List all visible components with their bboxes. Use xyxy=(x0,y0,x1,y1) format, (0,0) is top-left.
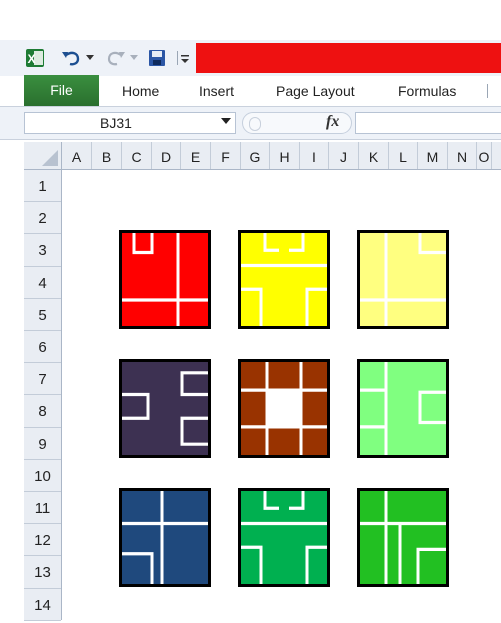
tab-file[interactable]: File xyxy=(24,75,99,106)
redo-icon[interactable] xyxy=(104,47,128,69)
row-header-1[interactable]: 1 xyxy=(24,170,61,203)
row-header-7[interactable]: 7 xyxy=(24,363,61,396)
formula-input[interactable] xyxy=(355,112,501,134)
title-bar xyxy=(196,43,501,73)
column-header-m[interactable]: M xyxy=(418,142,448,169)
tab-insert[interactable]: Insert xyxy=(199,76,234,106)
row-header-12[interactable]: 12 xyxy=(24,524,61,557)
svg-text:X: X xyxy=(28,52,36,66)
tab-home[interactable]: Home xyxy=(122,76,159,106)
blank-top-area xyxy=(0,0,501,40)
tile-pattern xyxy=(241,233,327,326)
column-header-k[interactable]: K xyxy=(359,142,389,169)
color-tile-4[interactable] xyxy=(119,359,211,458)
name-box-value: BJ31 xyxy=(100,115,132,131)
select-all-triangle-icon xyxy=(42,150,58,166)
row-header-4[interactable]: 4 xyxy=(24,267,61,299)
column-header-a[interactable]: A xyxy=(62,142,92,169)
color-tile-5[interactable] xyxy=(238,359,330,458)
column-header-d[interactable]: D xyxy=(152,142,181,169)
row-header-6[interactable]: 6 xyxy=(24,331,61,364)
column-header-l[interactable]: L xyxy=(389,142,418,169)
row-headers: 1 2 3 4 5 6 7 8 9 10 11 12 13 14 xyxy=(24,170,62,621)
tile-pattern xyxy=(241,362,327,455)
splitter-handle-icon[interactable] xyxy=(249,117,261,131)
color-tile-9[interactable] xyxy=(357,488,449,587)
column-header-n[interactable]: N xyxy=(448,142,477,169)
customize-qat-icon[interactable] xyxy=(174,47,194,69)
color-tile-2[interactable] xyxy=(238,230,330,329)
redo-dropdown-icon[interactable] xyxy=(128,47,140,69)
ribbon-divider xyxy=(487,84,488,98)
column-header-g[interactable]: G xyxy=(241,142,270,169)
chevron-down-icon[interactable] xyxy=(221,118,231,124)
select-all-button[interactable] xyxy=(24,142,62,170)
row-header-8[interactable]: 8 xyxy=(24,395,61,428)
tile-pattern xyxy=(122,371,208,446)
tab-formulas[interactable]: Formulas xyxy=(398,76,456,106)
color-tile-8[interactable] xyxy=(238,488,330,587)
tile-pattern xyxy=(122,491,208,584)
row-header-3[interactable]: 3 xyxy=(24,234,61,267)
column-header-j[interactable]: J xyxy=(329,142,359,169)
color-tile-7[interactable] xyxy=(119,488,211,587)
tab-page-layout[interactable]: Page Layout xyxy=(276,76,355,106)
tile-pattern xyxy=(360,491,446,584)
save-icon[interactable] xyxy=(146,47,168,69)
column-header-e[interactable]: E xyxy=(181,142,211,169)
tile-pattern xyxy=(241,491,327,584)
column-header-b[interactable]: B xyxy=(92,142,122,169)
row-header-14[interactable]: 14 xyxy=(24,589,61,621)
undo-dropdown-icon[interactable] xyxy=(84,47,96,69)
row-header-9[interactable]: 9 xyxy=(24,428,61,460)
column-header-i[interactable]: I xyxy=(300,142,329,169)
row-header-5[interactable]: 5 xyxy=(24,299,61,331)
column-headers: ABCDEFGHIJKLMNO xyxy=(62,142,501,170)
column-header-h[interactable]: H xyxy=(270,142,300,169)
name-box[interactable]: BJ31 xyxy=(24,112,236,134)
column-header-o[interactable]: O xyxy=(477,142,492,169)
tile-pattern xyxy=(360,233,446,326)
insert-function-button[interactable]: fx xyxy=(326,113,339,131)
excel-logo-icon[interactable]: X xyxy=(24,47,46,69)
color-tile-1[interactable] xyxy=(119,230,211,329)
row-header-10[interactable]: 10 xyxy=(24,460,61,492)
color-tile-6[interactable] xyxy=(357,359,449,458)
undo-icon[interactable] xyxy=(58,47,84,69)
tile-pattern xyxy=(122,233,208,326)
row-header-11[interactable]: 11 xyxy=(24,492,61,525)
tile-pattern xyxy=(360,362,446,455)
row-header-2[interactable]: 2 xyxy=(24,202,61,235)
color-tile-3[interactable] xyxy=(357,230,449,329)
column-header-f[interactable]: F xyxy=(211,142,241,169)
row-header-13[interactable]: 13 xyxy=(24,556,61,589)
column-header-c[interactable]: C xyxy=(122,142,152,169)
